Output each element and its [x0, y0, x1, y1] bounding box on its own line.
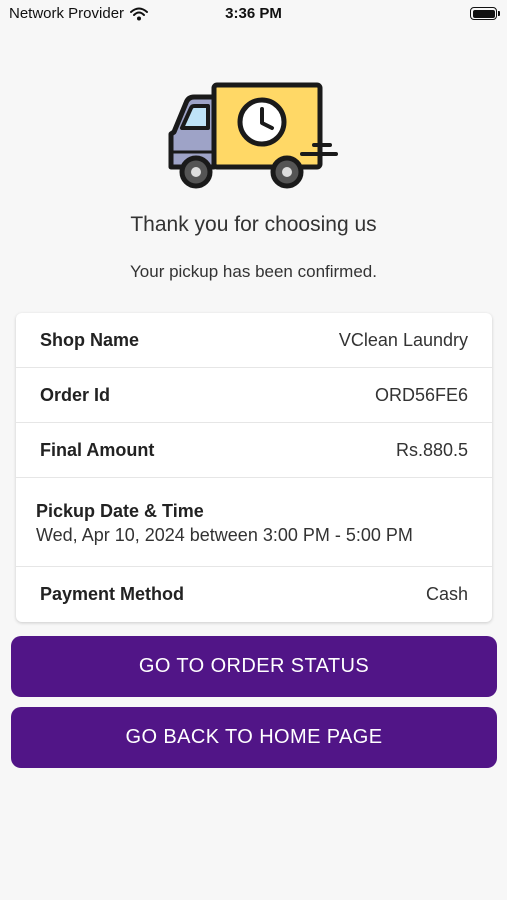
go-back-home-button[interactable]: GO BACK TO HOME PAGE — [11, 707, 497, 768]
shop-name-label: Shop Name — [40, 330, 140, 350]
status-time: 3:36 PM — [225, 5, 282, 22]
order-id-label: Order Id — [40, 385, 111, 405]
confirmation-subtitle: Your pickup has been confirmed. — [130, 262, 377, 281]
final-amount-label: Final Amount — [40, 440, 155, 460]
final-amount-value: Rs.880.5 — [395, 440, 468, 460]
payment-method-label: Payment Method — [40, 584, 185, 604]
thank-you-title: Thank you for choosing us — [130, 213, 377, 236]
status-bar: Network Provider 3:36 PM — [0, 0, 507, 28]
order-id-row: Order Id ORD56FE6 — [16, 368, 492, 423]
final-amount-row: Final Amount Rs.880.5 — [16, 423, 492, 478]
shop-name-value: VClean Laundry — [338, 330, 468, 350]
payment-method-row: Payment Method Cash — [16, 567, 492, 622]
delivery-truck-clock-icon — [168, 82, 338, 189]
order-details-card: Shop Name VClean Laundry Order Id ORD56F… — [16, 313, 492, 622]
go-to-order-status-button[interactable]: GO TO ORDER STATUS — [11, 636, 497, 697]
pickup-row: Pickup Date & Time Wed, Apr 10, 2024 bet… — [16, 478, 492, 567]
battery-icon — [470, 7, 500, 20]
shop-name-row: Shop Name VClean Laundry — [16, 313, 492, 368]
hero — [0, 82, 507, 192]
pickup-value: Wed, Apr 10, 2024 between 3:00 PM - 5:00… — [36, 525, 413, 545]
payment-method-value: Cash — [425, 584, 468, 604]
order-id-value: ORD56FE6 — [374, 385, 468, 405]
pickup-label: Pickup Date & Time — [36, 501, 204, 521]
